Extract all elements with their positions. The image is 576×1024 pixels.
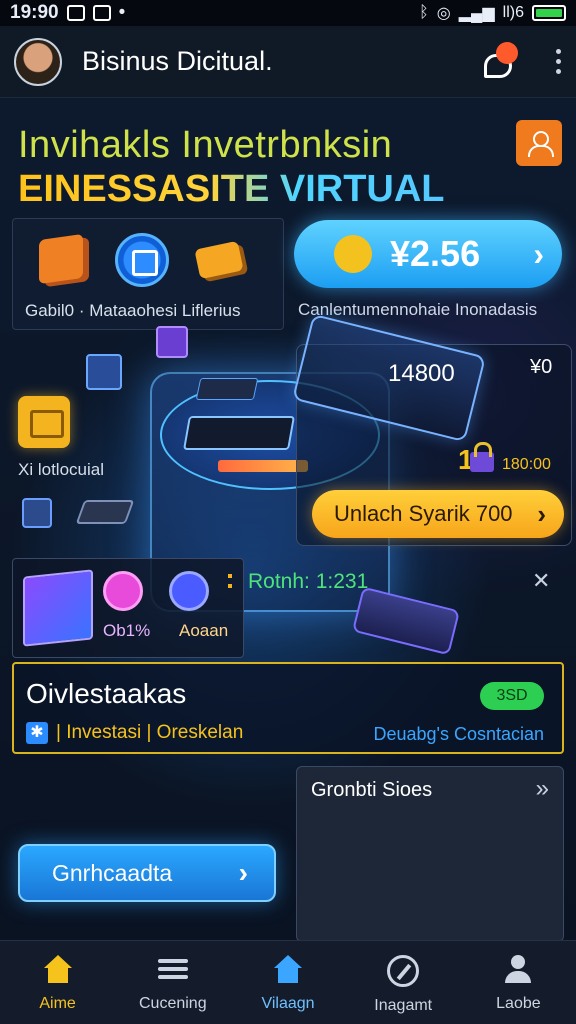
offer-currency: ¥0 bbox=[530, 356, 553, 378]
ratio-text: Rotnh: 1:231 bbox=[248, 570, 369, 593]
compass-icon bbox=[387, 955, 420, 987]
stats-panel: Ob1% Aoaan bbox=[12, 558, 244, 658]
cube-icon bbox=[23, 569, 93, 647]
unlock-button-label: Unlach Syarik 700 bbox=[334, 501, 513, 526]
illustration-chip bbox=[195, 378, 259, 400]
floating-cube-icon bbox=[86, 354, 122, 390]
coin-icon bbox=[328, 229, 378, 279]
balance-value: ¥2.56 bbox=[390, 233, 481, 274]
growth-title: Gronbti Sioes bbox=[311, 779, 433, 801]
alarm-icon: ◎ bbox=[436, 5, 451, 22]
music-icon[interactable] bbox=[103, 571, 143, 611]
status-time: 19:90 bbox=[10, 2, 59, 23]
investments-link[interactable]: Deuabg's Cosntacian bbox=[373, 724, 544, 745]
ticket-icon[interactable] bbox=[194, 240, 244, 280]
floating-cube-icon bbox=[22, 498, 52, 528]
chevron-right-icon: › bbox=[238, 857, 248, 888]
signal-icon: ▂▄▆ bbox=[458, 5, 495, 22]
user-icon bbox=[527, 131, 554, 157]
nav-label: Vilaagn bbox=[261, 995, 315, 1012]
avatar[interactable] bbox=[14, 37, 62, 86]
status-notification-icons: • bbox=[66, 2, 126, 24]
chevron-right-icon: › bbox=[533, 235, 544, 272]
balance-caption: Canlentumennohaie Inonadasis bbox=[298, 300, 538, 319]
status-system-icons: ᛒ ◎ ▂▄▆ ll)6 bbox=[419, 3, 566, 23]
badge-icon[interactable] bbox=[169, 571, 209, 611]
side-feature-label: Xi lotlocuial bbox=[18, 460, 104, 479]
app-header: Bisinus Dicitual. bbox=[0, 26, 576, 98]
unlock-button[interactable]: Unlach Syarik 700 › bbox=[312, 490, 564, 538]
profile-button[interactable] bbox=[516, 120, 562, 166]
illustration-display bbox=[183, 416, 295, 450]
nav-label: Cucening bbox=[139, 995, 207, 1012]
list-icon bbox=[156, 955, 190, 985]
nav-item-profile[interactable]: Laobe bbox=[461, 941, 576, 1024]
balance-button[interactable]: ¥2.56 › bbox=[294, 220, 562, 288]
nav-item-explore[interactable]: Inagamt bbox=[346, 941, 461, 1024]
header-actions bbox=[480, 41, 562, 82]
lock-icon bbox=[470, 442, 494, 472]
vault-icon[interactable] bbox=[18, 396, 70, 448]
investments-subtitle: | Investasi | Oreskelan bbox=[56, 722, 244, 743]
bottom-navigation: Aime Cucening Vilaagn Inagamt Laobe bbox=[0, 940, 576, 1024]
gallery-icon bbox=[66, 5, 85, 21]
person-icon bbox=[501, 955, 535, 985]
notification-icon[interactable] bbox=[480, 41, 520, 82]
sparkle-icon: ✱ bbox=[26, 722, 48, 744]
nav-label: Laobe bbox=[496, 995, 541, 1012]
wallet-icon[interactable] bbox=[115, 233, 169, 287]
nav-item-list[interactable]: Cucening bbox=[115, 941, 230, 1024]
home-icon bbox=[271, 955, 305, 985]
network-label: ll)6 bbox=[502, 4, 524, 21]
hero-title: Invihakls Invetrbnksin bbox=[18, 124, 393, 166]
home-icon bbox=[41, 955, 75, 985]
offer-amount: 14800 bbox=[388, 360, 455, 387]
cta-label: Gnrhcaadta bbox=[52, 859, 173, 886]
investments-title: Oivlestaakas bbox=[26, 678, 187, 709]
close-icon[interactable]: ✕ bbox=[532, 568, 550, 594]
battery-icon bbox=[532, 5, 566, 21]
quick-tiles-label: Gabil0 · Mataaohesi Liflerius bbox=[25, 301, 241, 320]
nav-label: Aime bbox=[39, 995, 76, 1012]
quick-tiles-panel: Gabil0 · Mataaohesi Liflerius bbox=[12, 218, 284, 330]
nav-item-home[interactable]: Aime bbox=[0, 941, 115, 1024]
double-chevron-icon[interactable]: » bbox=[536, 775, 549, 803]
dot-icon: • bbox=[118, 2, 126, 23]
status-badge: 3SD bbox=[480, 682, 544, 710]
more-menu-icon[interactable] bbox=[554, 49, 562, 74]
status-bar: 19:90 • ᛒ ◎ ▂▄▆ ll)6 bbox=[0, 0, 576, 26]
message-icon bbox=[92, 5, 111, 21]
floating-device-icon bbox=[75, 500, 135, 524]
bluetooth-icon: ᛒ bbox=[419, 4, 429, 21]
hero-subtitle: EINESSASITE VIRTUAL bbox=[18, 168, 445, 210]
offer-timer: 180:00 bbox=[502, 456, 551, 473]
floating-cube-icon bbox=[156, 326, 188, 358]
stat-label: Aoaan bbox=[179, 621, 229, 640]
nav-label: Inagamt bbox=[374, 997, 433, 1014]
investments-banner[interactable]: Oivlestaakas 3SD ✱ | Investasi | Oreskel… bbox=[12, 662, 564, 754]
growth-card[interactable]: Gronbti Sioes » bbox=[296, 766, 564, 942]
chevron-right-icon: › bbox=[537, 498, 546, 529]
primary-cta-button[interactable]: Gnrhcaadta › bbox=[18, 844, 276, 902]
nav-item-village[interactable]: Vilaagn bbox=[230, 941, 345, 1024]
box-icon[interactable] bbox=[39, 233, 83, 285]
illustration-progress-bar bbox=[218, 460, 308, 472]
stat-label: Ob1% bbox=[103, 621, 151, 640]
drag-handle-icon bbox=[228, 574, 232, 594]
app-title: Bisinus Dicitual. bbox=[82, 46, 273, 76]
